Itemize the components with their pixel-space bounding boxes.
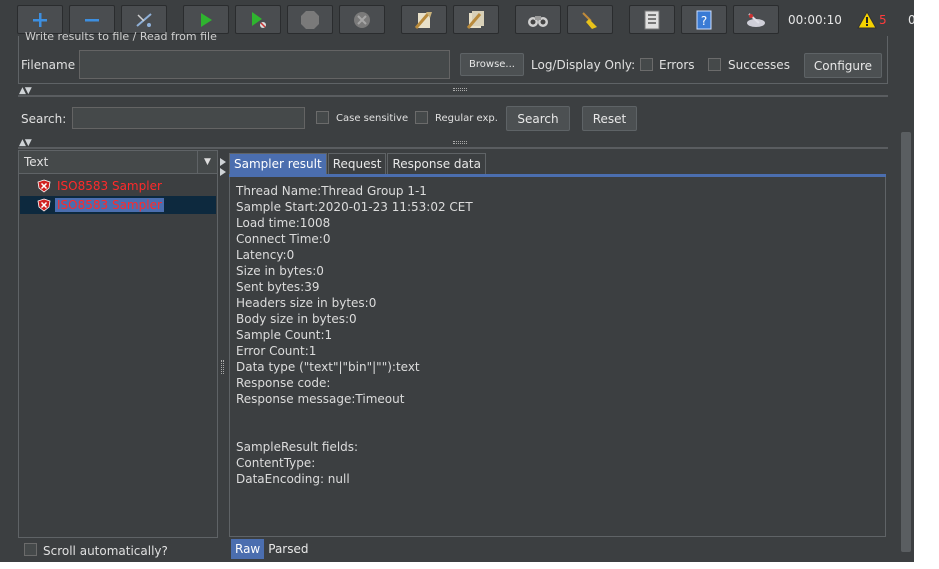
split-arrows-icon [220,158,226,176]
result-line: Data type ("text"|"bin"|""):text [236,360,420,374]
result-line: Thread Name:Thread Group 1-1 [236,184,427,198]
chevron-down-icon[interactable]: ▼ [197,151,217,173]
renderer-selector-value: Text [24,155,49,169]
tree-item[interactable]: ISO8583 Sampler [37,177,164,195]
divider [18,147,888,149]
log-display-only-label: Log/Display Only: [531,58,636,72]
case-sensitive-label: Case sensitive [336,113,409,124]
search-button[interactable] [515,5,561,34]
remove-icon [85,18,99,21]
start-no-pauses-icon [252,11,266,28]
result-line: Latency:0 [236,248,295,262]
errors-checkbox[interactable] [640,58,653,71]
reset-button[interactable]: Reset [582,106,637,131]
renderer-selector[interactable]: Text ▼ [19,151,217,174]
tab-request[interactable]: Request [327,153,387,174]
divider [18,95,888,97]
warning-icon [857,11,877,29]
result-line: Sent bytes:39 [236,280,320,294]
result-line: Error Count:1 [236,344,317,358]
clear-button[interactable] [401,5,447,34]
errors-label: Errors [659,58,695,72]
remote-icon [747,12,765,27]
start-icon [201,12,212,27]
filename-label: Filename [21,58,76,72]
panel-title: Write results to file / Read from file [25,30,217,43]
successes-label: Successes [728,58,790,72]
help-button[interactable]: ? [681,5,727,34]
function-helper-button[interactable] [629,5,675,34]
scroll-automatically-label: Scroll automatically? [43,544,168,558]
search-icon [528,15,548,27]
tree-item-label: ISO8583 Sampler [57,179,162,193]
clear-icon [414,11,432,29]
start-no-pauses-button[interactable] [235,5,281,34]
splitter-grip-icon[interactable] [453,88,467,91]
shutdown-icon [354,11,370,28]
svg-text:?: ? [701,14,707,28]
shutdown-button[interactable] [339,5,385,34]
result-line: Connect Time:0 [236,232,331,246]
result-line: DataEncoding: null [236,472,350,486]
regex-checkbox[interactable] [415,111,428,124]
tree-item-selected[interactable]: ISO8583 Sampler [37,196,164,214]
help-icon: ? [696,10,712,29]
clear-all-button[interactable] [453,5,499,34]
error-shield-icon [37,198,51,212]
successes-checkbox[interactable] [708,58,721,71]
result-line: SampleResult fields: [236,440,359,454]
search-submit-button[interactable]: Search [506,106,570,131]
warning-count: 5 [879,13,887,27]
stop-icon [301,10,319,29]
stop-button[interactable] [287,5,333,34]
error-shield-icon [37,179,51,193]
result-line: ContentType: [236,456,316,470]
scrollbar-thumb[interactable] [901,132,911,552]
toggle-icon [136,12,152,27]
results-tree: Text ▼ ISO8583 Sampler ISO8583 Sampler [18,150,218,538]
detail-tabs: Sampler result Request Response data [229,153,487,175]
add-icon [33,12,47,27]
function-helper-icon [644,10,660,29]
result-line: Sample Start:2020-01-23 11:53:02 CET [236,200,473,214]
result-line: Body size in bytes:0 [236,312,357,326]
tab-sampler-result[interactable]: Sampler result [229,153,327,174]
clear-all-icon [466,10,484,29]
tree-item-label: ISO8583 Sampler [55,198,164,212]
case-sensitive-checkbox[interactable] [316,111,329,124]
result-line: Load time:1008 [236,216,331,230]
write-results-panel: Write results to file / Read from file F… [18,30,888,84]
search-label: Search: [21,112,67,126]
scroll-automatically-checkbox[interactable] [24,543,37,556]
configure-button[interactable]: Configure [804,53,882,78]
result-line: Size in bytes:0 [236,264,324,278]
search-input[interactable] [72,107,305,129]
result-line: Sample Count:1 [236,328,333,342]
reset-search-button[interactable] [567,5,613,34]
browse-button[interactable]: Browse... [460,53,524,76]
elapsed-timer: 00:00:10 [788,13,842,27]
filename-field[interactable] [79,50,450,79]
vertical-scrollbar[interactable] [900,40,912,558]
window-edge [0,562,914,569]
result-line: Response message:Timeout [236,392,405,406]
view-mode-tabs: Raw Parsed [231,539,313,559]
reset-search-icon [582,11,597,29]
result-line: Headers size in bytes:0 [236,296,377,310]
result-line: Response code: [236,376,331,390]
regex-label: Regular exp. [435,113,498,124]
sampler-result-text[interactable]: Thread Name:Thread Group 1-1 Sample Star… [229,177,886,537]
tab-raw[interactable]: Raw [231,539,265,559]
window-edge [914,0,939,569]
tab-response-data[interactable]: Response data [387,153,486,174]
splitter-grip-icon[interactable] [453,141,467,144]
tab-parsed[interactable]: Parsed [264,539,312,559]
remote-button[interactable] [733,5,779,34]
vertical-splitter[interactable] [219,150,227,558]
splitter-grip-icon[interactable] [221,360,224,374]
warnings-indicator[interactable]: 5 [857,11,887,29]
